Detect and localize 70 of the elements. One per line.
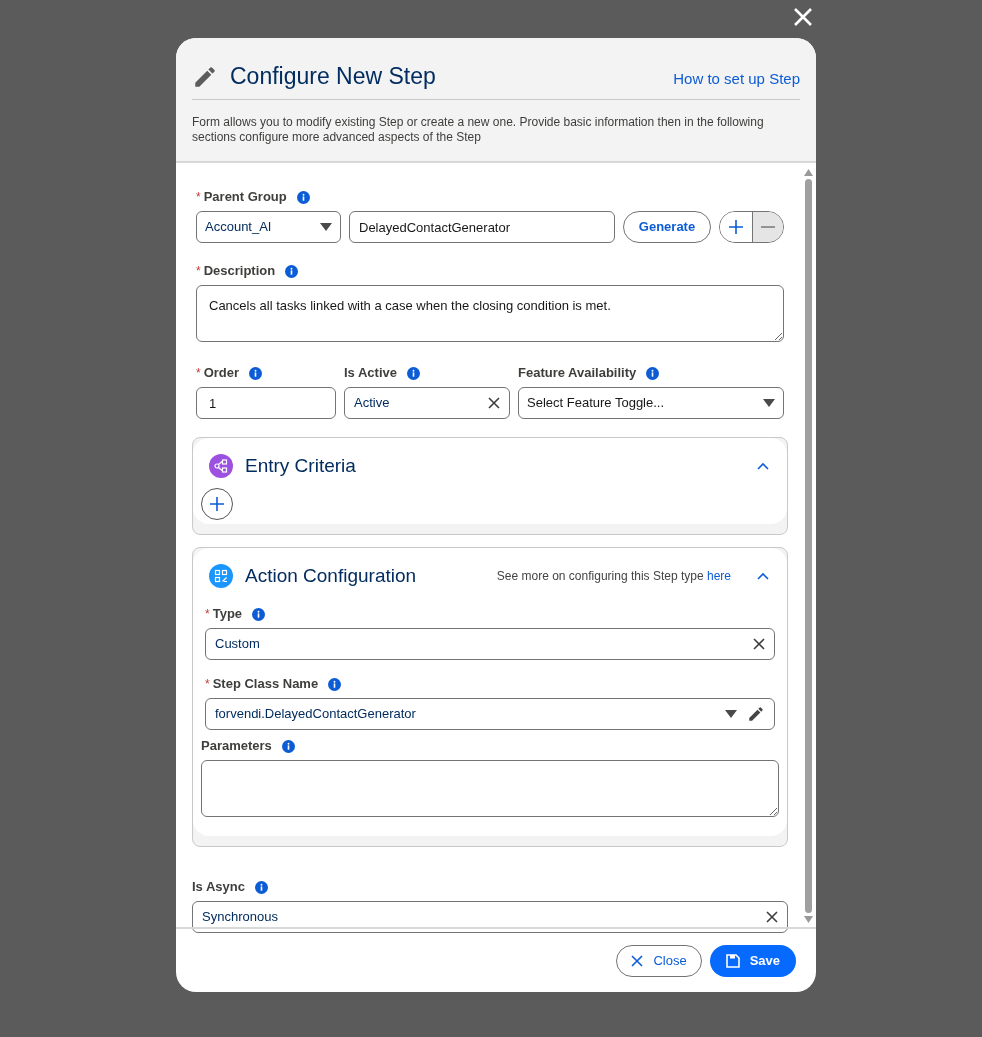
field-label: Description xyxy=(203,262,276,281)
info-icon[interactable] xyxy=(328,677,342,691)
input-field[interactable]: 1 xyxy=(196,387,336,419)
required-asterisk: * xyxy=(205,676,210,693)
caret-down-icon xyxy=(725,710,737,718)
scroll-up-icon[interactable] xyxy=(803,169,813,176)
field-label: Parameters xyxy=(201,737,272,756)
close-button[interactable]: Close xyxy=(616,944,702,977)
dialog-title: Configure New Step xyxy=(230,62,437,92)
field-value: forvendi.DelayedContactGenerator xyxy=(215,705,416,724)
input-field[interactable]: DelayedContactGenerator xyxy=(349,211,615,243)
info-icon[interactable] xyxy=(281,739,295,753)
info-icon[interactable] xyxy=(407,366,420,380)
combobox-field[interactable]: Custom xyxy=(205,628,775,660)
field-value: Account_AI xyxy=(205,218,272,237)
pencil-icon[interactable] xyxy=(747,705,765,723)
lookup-field[interactable]: forvendi.DelayedContactGenerator xyxy=(205,698,775,730)
plus-icon xyxy=(729,220,743,234)
info-icon[interactable] xyxy=(249,366,263,380)
select-field[interactable]: Select Feature Toggle... xyxy=(518,387,784,419)
section-hint: See more on configuring this Step type here xyxy=(496,568,731,585)
required-asterisk: * xyxy=(196,263,201,280)
save-button[interactable]: Save xyxy=(709,944,796,977)
text-area[interactable] xyxy=(201,760,779,817)
text-area[interactable]: Cancels all tasks linked with a case when the closing condition is met. xyxy=(196,285,784,342)
section-title: Action Configuration xyxy=(245,563,418,588)
required-asterisk: * xyxy=(205,606,210,623)
remove-button[interactable] xyxy=(752,212,783,242)
scrollbar-thumb[interactable] xyxy=(804,179,812,913)
field-value: Custom xyxy=(215,635,260,654)
field-label: Order xyxy=(203,364,240,383)
field-label: Type xyxy=(212,605,243,624)
help-link[interactable]: How to set up Step xyxy=(673,62,800,91)
combobox-field[interactable]: Active xyxy=(344,387,510,419)
here-link[interactable]: here xyxy=(706,569,731,583)
dialog-description: Form allows you to modify existing Step or create a new one. Provide basic information then in the following sections configure more advanced aspects of the Step xyxy=(192,114,765,146)
field-placeholder: Select Feature Toggle... xyxy=(527,394,665,413)
clear-icon[interactable] xyxy=(753,638,765,650)
grid-icon xyxy=(209,564,233,588)
close-icon[interactable] xyxy=(792,6,814,28)
info-icon[interactable] xyxy=(646,366,660,380)
field-label: Parent Group xyxy=(203,188,287,207)
save-icon xyxy=(725,953,740,968)
add-button[interactable] xyxy=(201,488,233,520)
caret-down-icon xyxy=(320,223,332,231)
required-asterisk: * xyxy=(196,365,201,382)
field-label: Is Async xyxy=(192,878,245,897)
clear-icon[interactable] xyxy=(766,911,778,923)
field-label: Is Active xyxy=(344,364,397,383)
info-icon[interactable] xyxy=(255,880,268,894)
info-icon[interactable] xyxy=(296,190,310,204)
close-icon xyxy=(631,954,644,967)
select-field[interactable]: Account_AI xyxy=(196,211,341,243)
caret-down-icon xyxy=(763,399,775,407)
minus-icon xyxy=(761,226,775,228)
branching-icon xyxy=(209,454,233,478)
field-label: Step Class Name xyxy=(212,675,319,694)
field-value: Synchronous xyxy=(202,908,278,927)
field-label: Feature Availability xyxy=(518,364,637,383)
chevron-up-icon[interactable] xyxy=(757,462,769,470)
generate-button[interactable]: Generate xyxy=(623,211,711,243)
chevron-up-icon[interactable] xyxy=(757,572,769,580)
section-title: Entry Criteria xyxy=(245,453,357,478)
field-value: Active xyxy=(354,394,390,413)
required-asterisk: * xyxy=(196,189,201,206)
info-icon[interactable] xyxy=(252,607,266,621)
plus-icon xyxy=(210,497,224,511)
scroll-down-icon[interactable] xyxy=(803,916,813,923)
info-icon[interactable] xyxy=(285,264,299,278)
clear-icon[interactable] xyxy=(488,397,500,409)
